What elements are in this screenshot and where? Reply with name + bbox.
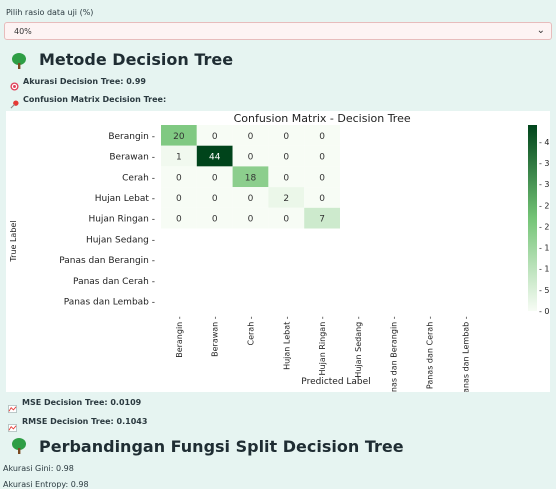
mse-text: MSE Decision Tree: 0.0109: [22, 398, 142, 407]
cell-value-label: 0: [248, 132, 254, 142]
chart-icon-rmse: [8, 417, 17, 436]
cell-value-label: 0: [319, 153, 325, 163]
row-tick-label: Panas dan Lembab -: [64, 297, 155, 307]
cell-value-label: 0: [283, 132, 289, 142]
section-title-split-compare: Perbandingan Fungsi Split Decision Tree: [39, 437, 404, 456]
colorbar-tick-label: - 10: [539, 265, 550, 274]
row-tick-label: Hujan Sedang -: [86, 235, 155, 245]
entropy-accuracy: Akurasi Entropy: 0.98: [3, 480, 89, 489]
gini-accuracy: Akurasi Gini: 0.98: [3, 464, 74, 473]
row-tick-label: Cerah -: [122, 173, 155, 183]
cell-value-label: 0: [319, 194, 325, 204]
cell-value-label: 7: [319, 215, 325, 225]
cell-value-label: 0: [176, 215, 182, 225]
colorbar-tick-label: - 0: [539, 307, 550, 316]
row-tick-label: Berawan -: [109, 153, 155, 163]
colorbar-tick-label: - 30: [539, 180, 550, 189]
col-tick-label: Cerah -: [247, 316, 256, 345]
target-icon: [10, 76, 19, 95]
colorbar-tick-label: - 5: [539, 286, 550, 295]
colorbar-tick-label: - 20: [539, 222, 550, 231]
cell-value-label: 0: [176, 194, 182, 204]
cell-value-label: 0: [212, 194, 218, 204]
row-tick-label: Hujan Ringan -: [88, 215, 155, 225]
col-tick-label: Hujan Ringan -: [318, 316, 327, 375]
colorbar-tick-label: - 15: [539, 244, 550, 253]
tree-icon-2: [10, 437, 28, 459]
col-tick-label: Berawan -: [211, 316, 220, 357]
row-tick-label: Berangin -: [108, 132, 155, 142]
chart-icon-mse: [8, 398, 17, 417]
cell-value-label: 0: [248, 194, 254, 204]
cell-value-label: 0: [212, 132, 218, 142]
confusion-matrix-chart: Confusion Matrix - Decision Tree 20 0 0 0 0 1 4…: [6, 111, 555, 401]
cell-value-label: 0: [319, 132, 325, 142]
row-tick-label: Panas dan Berangin -: [59, 256, 155, 266]
cell-value-label: 20: [173, 132, 185, 142]
cell-value-label: 0: [176, 173, 182, 183]
col-tick-label: Hujan Lebat -: [282, 316, 291, 370]
chevron-down-icon[interactable]: ⌄: [537, 25, 545, 36]
cell-value-label: 0: [248, 215, 254, 225]
confusion-matrix-svg: Confusion Matrix - Decision Tree20 0 0 0 01 4…: [9, 112, 555, 401]
row-tick-label: Panas dan Cerah -: [73, 277, 155, 287]
cell-value-label: 0: [319, 173, 325, 183]
cm-heading: Confusion Matrix Decision Tree:: [23, 95, 167, 104]
chart-title: Confusion Matrix - Decision Tree: [234, 112, 411, 125]
cell-value-label: 1: [176, 153, 182, 163]
cell-value-label: 0: [283, 215, 289, 225]
y-axis-label: True Label: [9, 220, 18, 262]
tree-icon-1: [10, 50, 28, 70]
cell-value-label: 0: [212, 173, 218, 183]
cell-value-label: 18: [245, 173, 257, 183]
cell-value-label: 0: [283, 173, 289, 183]
cell-value-label: 0: [283, 153, 289, 163]
colorbar-tick-label: - 40: [539, 138, 550, 147]
accuracy-text: Akurasi Decision Tree: 0.99: [23, 77, 146, 86]
row-tick-label: Hujan Lebat -: [95, 194, 155, 204]
cell-value-label: 44: [209, 153, 221, 163]
ratio-select[interactable]: 40% ⌄: [4, 22, 552, 40]
colorbar: [528, 125, 537, 311]
col-tick-label: Hujan Sedang -: [354, 316, 363, 377]
colorbar-tick-label: - 35: [539, 159, 550, 168]
ratio-select-value: 40%: [14, 27, 32, 36]
colorbar-tick-label: - 25: [539, 201, 550, 210]
ratio-select-label: Pilih rasio data uji (%): [6, 8, 94, 17]
col-tick-label: Berangin -: [175, 316, 184, 358]
section-title-decision-tree: Metode Decision Tree: [39, 50, 234, 69]
col-tick-label: Panas dan Berangin -: [390, 316, 399, 392]
col-tick-label: Panas dan Cerah -: [426, 316, 435, 389]
rmse-text: RMSE Decision Tree: 0.1043: [22, 417, 148, 426]
cell-value-label: 0: [248, 153, 254, 163]
cell-value-label: 0: [212, 215, 218, 225]
x-axis-label: Predicted Label: [301, 377, 370, 387]
col-tick-label: Panas dan Lembab -: [461, 316, 470, 392]
cell-value-label: 2: [283, 194, 289, 204]
